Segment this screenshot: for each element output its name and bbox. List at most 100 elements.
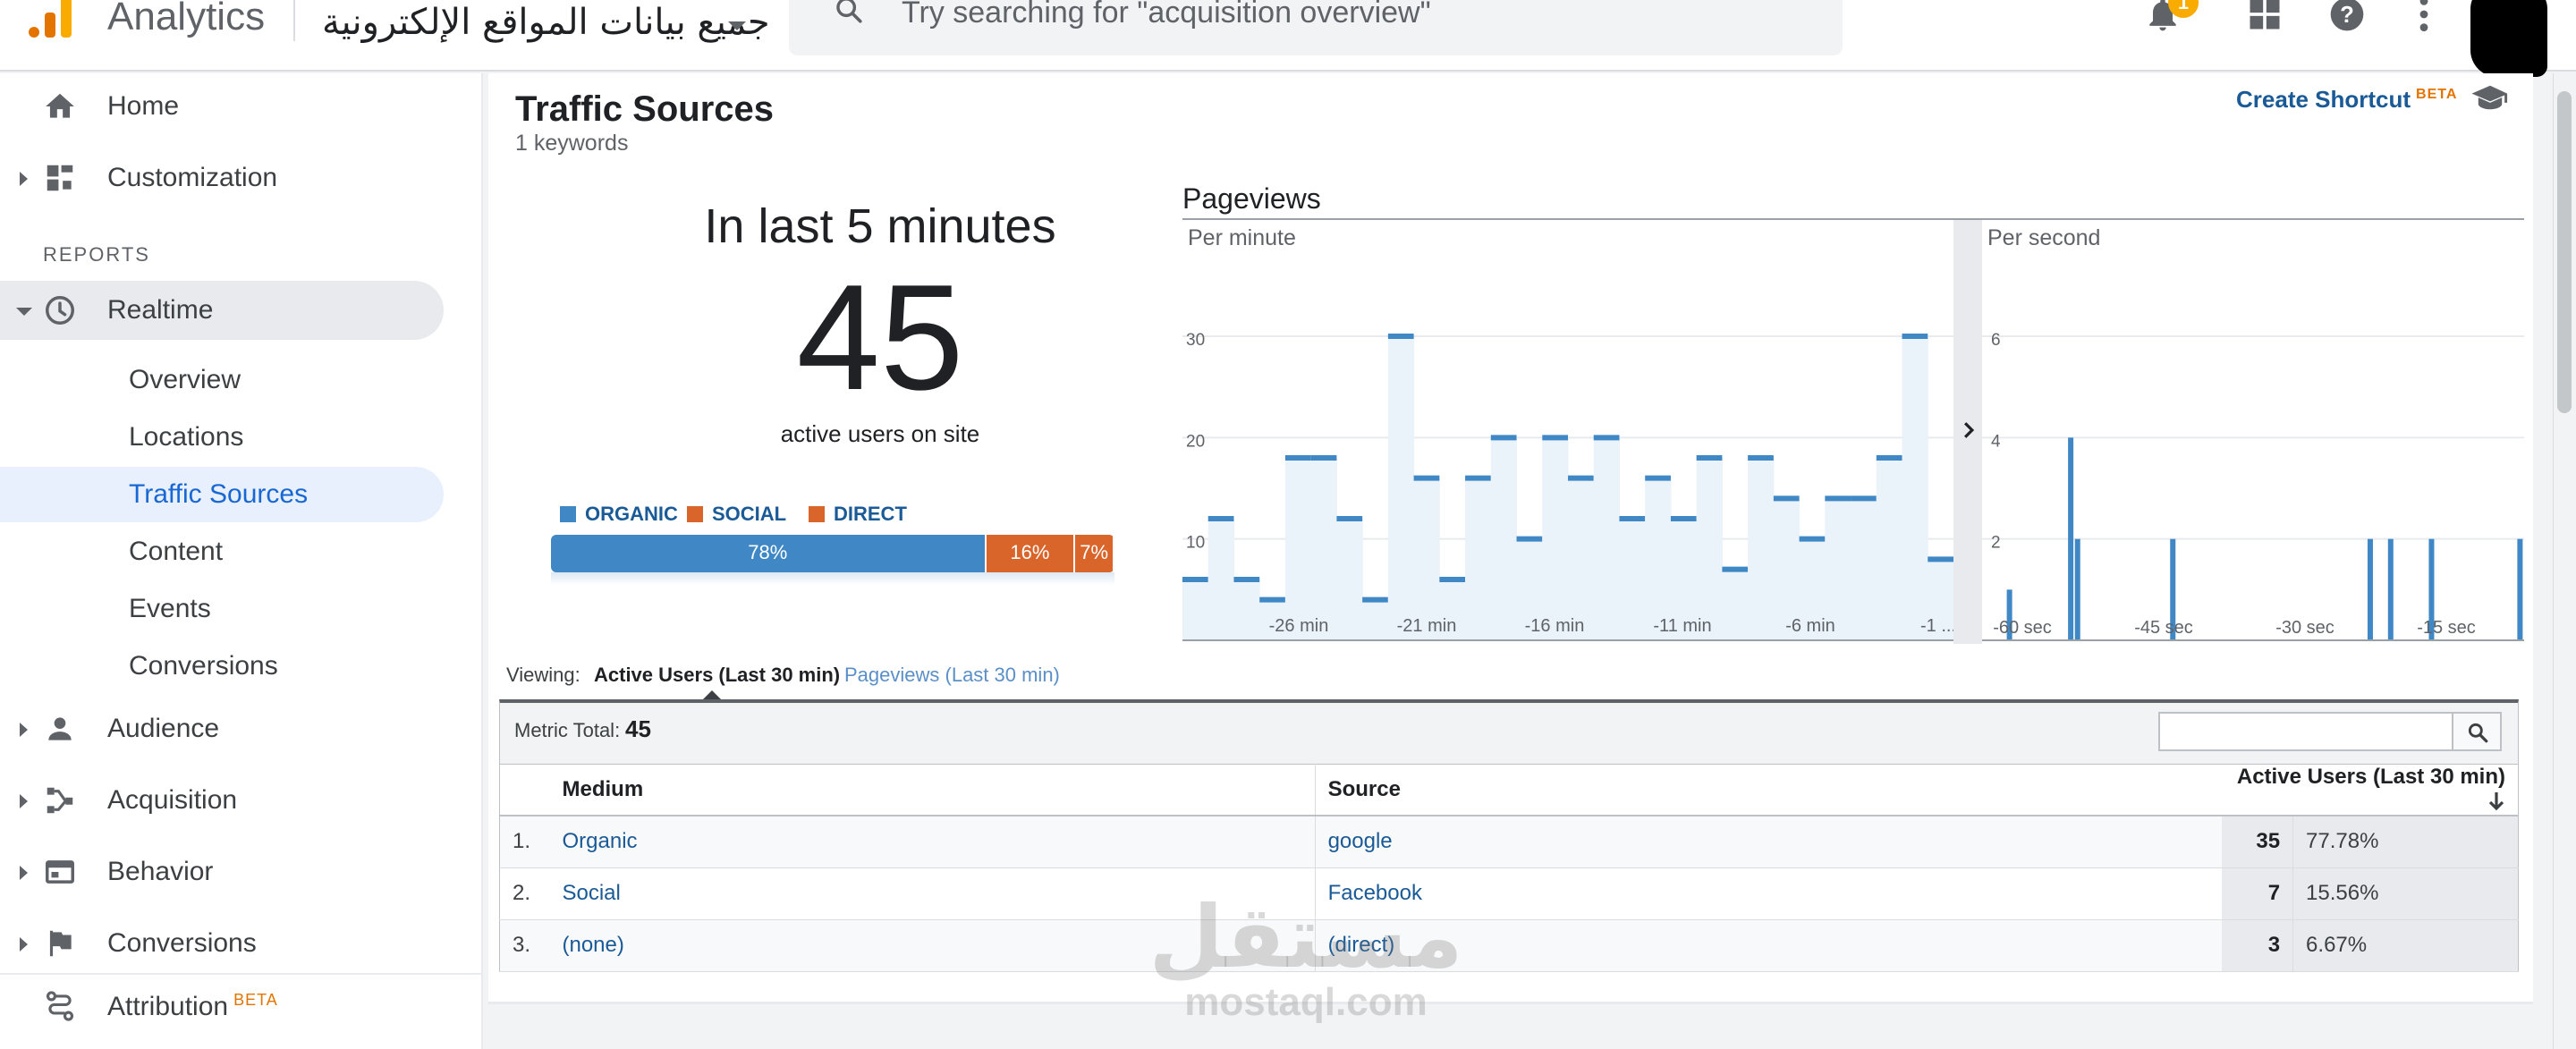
row-index: 1. bbox=[499, 816, 550, 868]
apps-grid-icon[interactable] bbox=[2245, 0, 2284, 34]
sidebar-item-label: Realtime bbox=[107, 295, 214, 325]
index-header bbox=[499, 764, 550, 816]
person-icon bbox=[48, 717, 72, 740]
source-cell[interactable]: google bbox=[1314, 816, 2222, 868]
medium-header[interactable]: Medium bbox=[549, 764, 1316, 816]
scrollbar-thumb[interactable] bbox=[2557, 91, 2572, 413]
caret-down-icon[interactable] bbox=[728, 21, 746, 30]
sidebar-item-label: Attribution bbox=[107, 992, 229, 1021]
help-icon[interactable]: ? bbox=[2327, 0, 2367, 34]
sidebar-item-label: Behavior bbox=[107, 857, 214, 886]
sidebar-subitem-traffic-sources[interactable]: Traffic Sources bbox=[0, 467, 444, 522]
table-row[interactable]: 1. Organic google 35 77.78% bbox=[499, 816, 2519, 868]
chevron-right-icon[interactable] bbox=[20, 172, 28, 186]
main-footer-divider bbox=[488, 1002, 2533, 1004]
area-column bbox=[1387, 336, 1415, 640]
bar bbox=[2387, 538, 2394, 640]
topbar-divider bbox=[293, 0, 295, 41]
y-tick-label: 20 bbox=[1186, 432, 1205, 451]
search-icon bbox=[2468, 723, 2488, 743]
medium-cell[interactable]: Social bbox=[549, 867, 1316, 920]
sidebar-item-attribution[interactable]: Attribution BETA bbox=[0, 977, 444, 1036]
avatar[interactable] bbox=[2470, 0, 2547, 77]
sidebar-subitem-overview[interactable]: Overview bbox=[0, 352, 444, 408]
bar bbox=[2074, 538, 2080, 640]
medium-cell[interactable]: (none) bbox=[549, 919, 1316, 972]
metric-total-value: 45 bbox=[625, 715, 651, 742]
active-users-header[interactable]: Active Users (Last 30 min) bbox=[2221, 764, 2519, 816]
x-tick-label: -45 sec bbox=[2134, 618, 2193, 638]
sidebar-subitem-content[interactable]: Content bbox=[0, 524, 444, 579]
segment-direct[interactable]: 7% bbox=[1075, 535, 1114, 572]
behavior-icon bbox=[46, 860, 74, 884]
create-shortcut-link[interactable]: Create Shortcut BETA bbox=[2236, 86, 2457, 114]
search-input[interactable] bbox=[902, 0, 1796, 30]
graduation-cap-icon[interactable] bbox=[2470, 84, 2510, 111]
area-column bbox=[1593, 437, 1620, 640]
account-selector[interactable]: جميع بيانات المواقع الإلكترونية bbox=[322, 2, 770, 43]
sidebar-item-audience[interactable]: Audience bbox=[0, 699, 444, 758]
sidebar-item-behavior[interactable]: Behavior bbox=[0, 842, 444, 901]
area-column bbox=[1310, 458, 1337, 640]
acquisition-icon bbox=[47, 787, 73, 814]
bar bbox=[2068, 437, 2074, 640]
search-box[interactable] bbox=[789, 0, 1843, 55]
chevron-down-icon[interactable] bbox=[16, 308, 32, 316]
medium-cell[interactable]: Organic bbox=[549, 816, 1316, 868]
sidebar-subitem-label: Events bbox=[129, 594, 211, 623]
y-tick-label: 30 bbox=[1186, 331, 1205, 350]
legend-item-direct: DIRECT bbox=[809, 503, 907, 526]
y-tick-label: 4 bbox=[1991, 432, 2001, 451]
area-column bbox=[1208, 519, 1234, 640]
dashboard-icon bbox=[47, 165, 73, 191]
sidebar-subitem-conversions[interactable]: Conversions bbox=[0, 639, 444, 694]
sidebar-item-conversions[interactable]: Conversions bbox=[0, 914, 444, 973]
top-bar: Analytics جميع بيانات المواقع الإلكتروني… bbox=[0, 0, 2576, 77]
chevron-right-icon[interactable] bbox=[20, 723, 28, 737]
sidebar-item-label: Customization bbox=[107, 163, 278, 192]
chevron-right-icon[interactable] bbox=[1962, 422, 1975, 438]
sidebar-divider bbox=[0, 973, 481, 975]
more-vert-icon[interactable] bbox=[2415, 0, 2433, 34]
source-header[interactable]: Source bbox=[1314, 764, 2222, 816]
per-second-chart: 2 4 6 -60 sec -45 sec -30 sec -15 sec bbox=[1982, 331, 2524, 641]
area-column bbox=[1284, 458, 1312, 640]
sort-desc-icon[interactable] bbox=[2487, 791, 2505, 812]
table-row[interactable]: 3. (none) (direct) 3 6.67% bbox=[499, 919, 2519, 972]
chevron-right-icon[interactable] bbox=[20, 937, 28, 952]
sidebar-subitem-events[interactable]: Events bbox=[0, 581, 444, 637]
chevron-right-icon[interactable] bbox=[20, 866, 28, 880]
source-cell[interactable]: (direct) bbox=[1314, 919, 2222, 972]
sidebar-subitem-locations[interactable]: Locations bbox=[0, 410, 444, 465]
sidebar-subitem-label: Conversions bbox=[129, 651, 278, 681]
page-scrollbar[interactable] bbox=[2553, 73, 2576, 1049]
sidebar-subitem-label: Content bbox=[129, 537, 224, 566]
segment-organic[interactable]: 78% bbox=[551, 535, 987, 572]
bar-reflection bbox=[551, 572, 1114, 585]
sidebar-item-customization[interactable]: Customization bbox=[0, 148, 444, 207]
viewing-label: Viewing: bbox=[506, 664, 580, 686]
percent-cell: 77.78% bbox=[2292, 816, 2519, 868]
chevron-right-icon[interactable] bbox=[20, 794, 28, 808]
active-users-cell: 3 bbox=[2221, 919, 2293, 972]
percent-cell: 15.56% bbox=[2292, 867, 2519, 920]
flag-icon bbox=[49, 930, 72, 957]
sidebar-item-home[interactable]: Home bbox=[0, 77, 444, 136]
main-content: Traffic Sources 1 keywords Create Shortc… bbox=[488, 73, 2533, 1004]
reports-section-label: REPORTS bbox=[43, 243, 150, 266]
source-cell[interactable]: Facebook bbox=[1314, 867, 2222, 920]
table-row[interactable]: 2. Social Facebook 7 15.56% bbox=[499, 867, 2519, 920]
table-search-input[interactable] bbox=[2158, 712, 2453, 751]
sidebar-item-realtime[interactable]: Realtime bbox=[0, 281, 444, 340]
legend-swatch bbox=[687, 506, 703, 522]
analytics-logo-icon[interactable] bbox=[23, 0, 77, 41]
tab-active-users[interactable]: Active Users (Last 30 min) bbox=[594, 664, 840, 687]
table-search-button[interactable] bbox=[2452, 712, 2502, 751]
sidebar-item-acquisition[interactable]: Acquisition bbox=[0, 771, 444, 830]
tab-pageviews[interactable]: Pageviews (Last 30 min) bbox=[844, 664, 1060, 687]
segment-social[interactable]: 16% bbox=[986, 535, 1076, 572]
sidebar-item-label: Home bbox=[107, 91, 180, 121]
area-column bbox=[1876, 458, 1903, 640]
per-minute-chart: 10 20 30 -26 min -21 min -16 min -11 min -6 min… bbox=[1182, 331, 1953, 641]
per-minute-label: Per minute bbox=[1188, 225, 1296, 250]
